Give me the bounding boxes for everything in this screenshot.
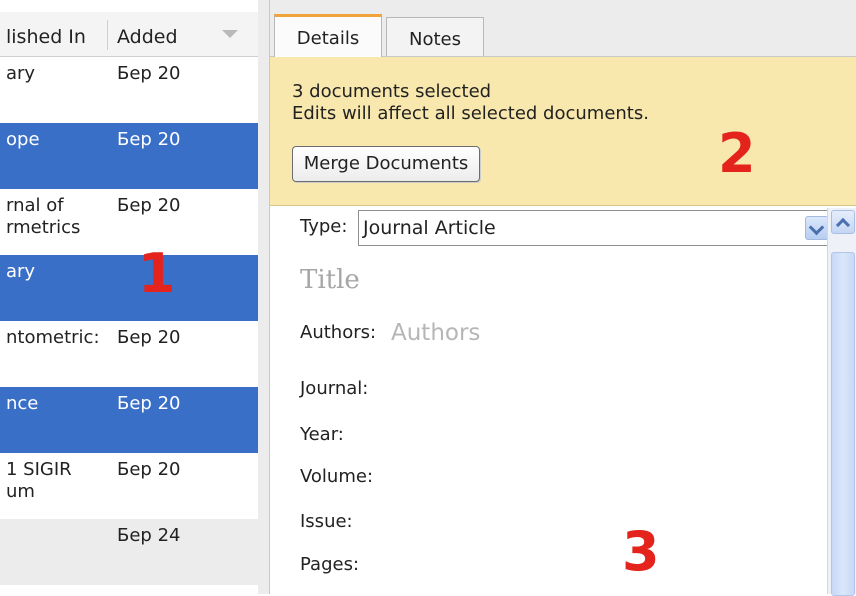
cell-published-in: 1 SIGIR um bbox=[6, 459, 72, 502]
pane-splitter[interactable] bbox=[258, 0, 270, 594]
authors-field[interactable]: Authors bbox=[391, 320, 480, 346]
vertical-scrollbar[interactable] bbox=[827, 208, 856, 596]
cell-added: Бер 20 bbox=[117, 459, 181, 480]
tab-notes[interactable]: Notes bbox=[386, 17, 484, 56]
issue-label: Issue: bbox=[300, 511, 353, 532]
scroll-thumb[interactable] bbox=[831, 252, 855, 596]
column-added[interactable]: Added bbox=[117, 12, 178, 56]
selection-count-text: 3 documents selected bbox=[292, 81, 492, 102]
document-list: lished In Added ary Бер 20 ope Бер 20 rnal o… bbox=[0, 0, 259, 594]
cell-published-in: rnal of rmetrics bbox=[6, 195, 81, 238]
list-row[interactable]: ary bbox=[0, 255, 258, 321]
title-field[interactable]: Title bbox=[300, 265, 360, 295]
list-row[interactable]: ntometric: Бер 20 bbox=[0, 321, 258, 387]
annotation-marker-1: 1 bbox=[138, 242, 176, 305]
cell-added: Бер 20 bbox=[117, 195, 181, 216]
tab-strip: Details Notes bbox=[270, 0, 856, 59]
merge-documents-button[interactable]: Merge Documents bbox=[292, 146, 480, 182]
tab-details[interactable]: Details bbox=[274, 14, 382, 59]
annotation-marker-2: 2 bbox=[718, 122, 756, 185]
cell-published-in: ary bbox=[6, 63, 36, 84]
volume-label: Volume: bbox=[300, 466, 374, 487]
cell-added: Бер 20 bbox=[117, 129, 181, 150]
column-divider[interactable] bbox=[107, 20, 108, 50]
type-select-value: Journal Article bbox=[363, 217, 496, 239]
journal-label: Journal: bbox=[300, 378, 369, 399]
list-row[interactable]: ope Бер 20 bbox=[0, 123, 258, 189]
cell-published-in: ary bbox=[6, 261, 36, 282]
list-row[interactable]: rnal of rmetrics Бер 20 bbox=[0, 189, 258, 255]
cell-published-in: nce bbox=[6, 393, 39, 414]
list-row[interactable]: ary Бер 20 bbox=[0, 57, 258, 123]
cell-added: Бер 20 bbox=[117, 393, 181, 414]
sort-desc-icon bbox=[222, 30, 238, 38]
list-row[interactable]: nce Бер 20 bbox=[0, 387, 258, 453]
edit-warning-text: Edits will affect all selected documents… bbox=[292, 103, 649, 124]
type-select[interactable]: Journal Article bbox=[358, 210, 834, 246]
list-header: lished In Added bbox=[0, 12, 258, 57]
cell-published-in: ope bbox=[6, 129, 40, 150]
chevron-up-icon[interactable] bbox=[831, 210, 855, 234]
list-row[interactable]: 1 SIGIR um Бер 20 bbox=[0, 453, 258, 519]
multi-selection-banner: 3 documents selected Edits will affect a… bbox=[270, 57, 856, 206]
list-row[interactable]: Бер 24 bbox=[0, 519, 258, 585]
cell-added: Бер 24 bbox=[117, 525, 181, 546]
cell-added: Бер 20 bbox=[117, 327, 181, 348]
cell-added: Бер 20 bbox=[117, 63, 181, 84]
annotation-marker-3: 3 bbox=[622, 520, 660, 583]
pages-label: Pages: bbox=[300, 554, 360, 575]
type-label: Type: bbox=[300, 216, 348, 237]
authors-label: Authors: bbox=[300, 322, 377, 343]
year-label: Year: bbox=[300, 424, 344, 445]
chevron-down-icon[interactable] bbox=[805, 216, 829, 240]
cell-published-in: ntometric: bbox=[6, 327, 100, 348]
column-published-in[interactable]: lished In bbox=[6, 12, 86, 56]
